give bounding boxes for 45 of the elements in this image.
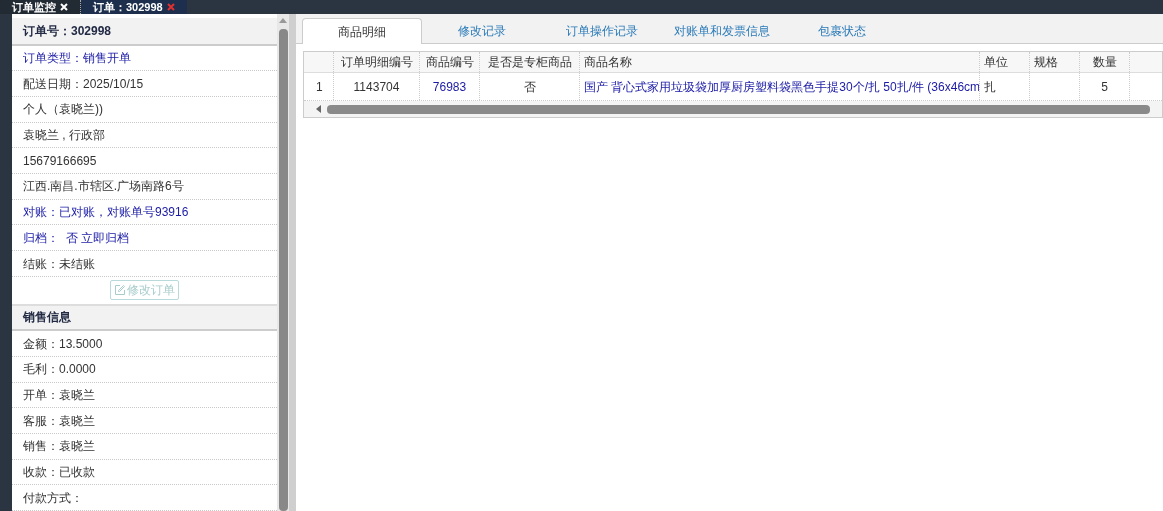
column-header: 商品名称 — [580, 52, 980, 72]
table-cell[interactable]: 76983 — [420, 73, 480, 100]
info-text: 客服：袁晓兰 — [23, 412, 95, 430]
info-text: 15679166695 — [23, 152, 97, 170]
panel-title: 订单号：302998 — [23, 22, 112, 40]
scroll-thumb[interactable] — [327, 104, 1150, 114]
info-text: 个人（袁晓兰)) — [23, 101, 103, 119]
info-text: 销售：袁晓兰 — [23, 438, 95, 456]
top-tab[interactable]: 订单：302998 — [81, 0, 187, 14]
table-cell: 5 — [1080, 73, 1130, 100]
info-text: 毛利：0.0000 — [23, 361, 96, 379]
table-cell[interactable]: 国产 背心式家用垃圾袋加厚厨房塑料袋黑色手提30个/扎 50扎/件 (36x46cm — [580, 73, 980, 100]
table-cell: 否 — [480, 73, 580, 100]
info-text: 配送日期：2025/10/15 — [23, 75, 144, 93]
info-text[interactable]: 归档： 否 立即归档 — [23, 228, 129, 247]
detail-tab[interactable]: 订单操作记录 — [542, 18, 662, 44]
info-text: 江西.南昌.市辖区.广场南路6号 — [23, 178, 184, 196]
detail-tab[interactable]: 商品明细 — [302, 18, 422, 44]
row-number: 1 — [304, 73, 334, 100]
panel-title: 销售信息 — [23, 309, 71, 327]
info-text[interactable]: 对账：已对账，对账单号93916 — [23, 203, 189, 222]
info-text[interactable]: 订单类型：销售开单 — [23, 49, 131, 67]
edit-icon — [113, 284, 126, 297]
column-header: 单位 — [980, 52, 1030, 72]
column-header: 规格 — [1030, 52, 1080, 72]
column-header: 订单明细编号 — [334, 52, 420, 72]
info-text: 收款：已收款 — [23, 464, 95, 481]
column-header: 商品编号 — [420, 52, 480, 72]
column-header: 是否是专柜商品 — [480, 52, 580, 72]
detail-tab[interactable]: 包裹状态 — [782, 18, 902, 44]
info-text: 金额：13.5000 — [23, 335, 103, 353]
info-text: 付款方式： — [23, 489, 83, 507]
scroll-left-icon — [316, 105, 321, 113]
top-tab[interactable]: 订单监控 — [0, 0, 81, 14]
horizontal-scrollbar[interactable] — [304, 101, 1162, 117]
scroll-up-icon — [279, 18, 288, 23]
table-cell: 扎 — [980, 73, 1030, 100]
info-text: 结账：未结账 — [23, 255, 95, 273]
info-text: 袁晓兰 , 行政部 — [23, 127, 105, 145]
table-cell: 1143704 — [334, 73, 420, 100]
column-header: 数量 — [1080, 52, 1130, 72]
detail-tab[interactable]: 对账单和发票信息 — [662, 18, 782, 44]
detail-tab[interactable]: 修改记录 — [422, 18, 542, 44]
scroll-thumb[interactable] — [278, 29, 288, 511]
info-text: 开单：袁晓兰 — [23, 386, 95, 404]
